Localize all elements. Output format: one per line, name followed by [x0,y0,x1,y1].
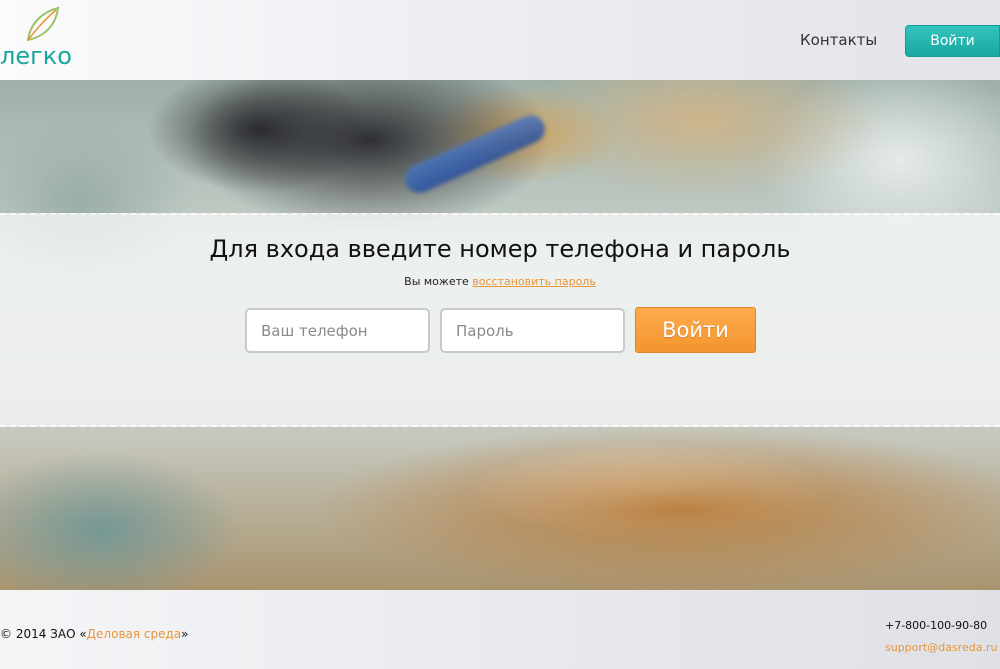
company-link[interactable]: Деловая среда [87,627,181,641]
restore-hint: Вы можете восстановить пароль [0,275,1000,288]
leaf-icon [26,6,60,42]
hero-background: Для входа введите номер телефона и парол… [0,80,1000,590]
pen-image [400,110,550,198]
nav-contacts-link[interactable]: Контакты [800,31,877,49]
logo[interactable]: легко [0,4,80,70]
login-submit-button[interactable]: Войти [635,307,756,353]
restore-hint-text: Вы можете [404,275,473,288]
copyright-prefix: © 2014 ЗАО « [0,627,87,641]
logo-text: легко [0,42,72,70]
copyright-suffix: » [181,627,189,641]
restore-password-link[interactable]: восстановить пароль [472,275,596,288]
header: легко Контакты Войти [0,0,1000,80]
footer: © 2014 ЗАО «Деловая среда» +7-800-100-90… [0,590,1000,669]
login-title: Для входа введите номер телефона и парол… [209,235,791,263]
phone-input[interactable] [245,308,430,353]
support-phone: +7-800-100-90-80 [885,619,988,632]
password-input[interactable] [440,308,625,353]
support-email-link[interactable]: support@dasreda.ru [885,641,997,654]
header-login-button[interactable]: Войти [905,25,1000,57]
copyright: © 2014 ЗАО «Деловая среда» [0,627,189,641]
